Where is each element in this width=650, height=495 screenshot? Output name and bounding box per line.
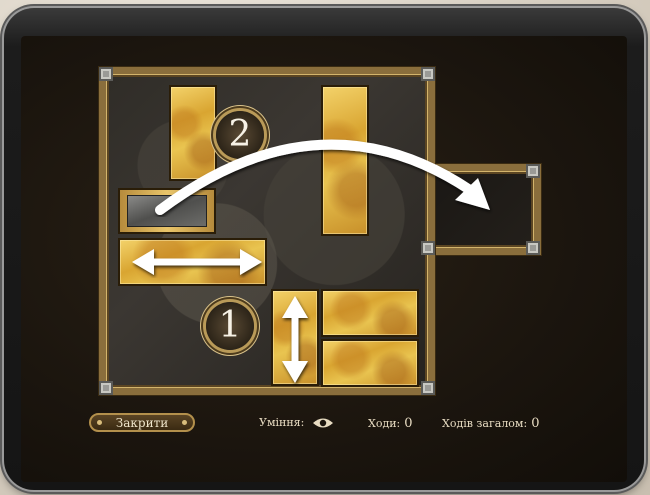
skill-label: Уміння: — [259, 416, 305, 429]
moves-label: Ходи: — [368, 417, 401, 430]
horizontal-gold-block[interactable] — [118, 238, 267, 286]
frame-rivet — [526, 241, 540, 255]
step-badge-two: 2 — [216, 111, 264, 159]
moves-counter: Ходи: 0 — [368, 416, 413, 431]
skill-indicator: Уміння: — [259, 416, 334, 429]
frame-rivet — [421, 241, 435, 255]
vertical-gold-block[interactable] — [169, 85, 217, 181]
total-moves-label: Ходів загалом: — [442, 417, 528, 430]
frame-rivet — [99, 67, 113, 81]
key-block-plate — [127, 195, 207, 227]
total-moves-counter: Ходів загалом: 0 — [442, 416, 539, 431]
frame-rivet — [526, 164, 540, 178]
horizontal-gold-block[interactable] — [321, 289, 419, 337]
step-badge-one: 1 — [206, 302, 254, 350]
total-moves-value: 0 — [531, 416, 540, 431]
vertical-gold-block[interactable] — [321, 85, 369, 236]
close-button[interactable]: Закрити — [89, 413, 195, 432]
frame-rivet — [421, 67, 435, 81]
frame-rivet — [421, 381, 435, 395]
key-block[interactable] — [118, 188, 216, 234]
exit-frame — [424, 164, 541, 255]
moves-value: 0 — [404, 416, 413, 431]
eye-icon[interactable] — [312, 417, 334, 429]
horizontal-gold-block[interactable] — [321, 339, 419, 387]
frame-rivet — [99, 381, 113, 395]
vertical-gold-block[interactable] — [271, 289, 319, 386]
